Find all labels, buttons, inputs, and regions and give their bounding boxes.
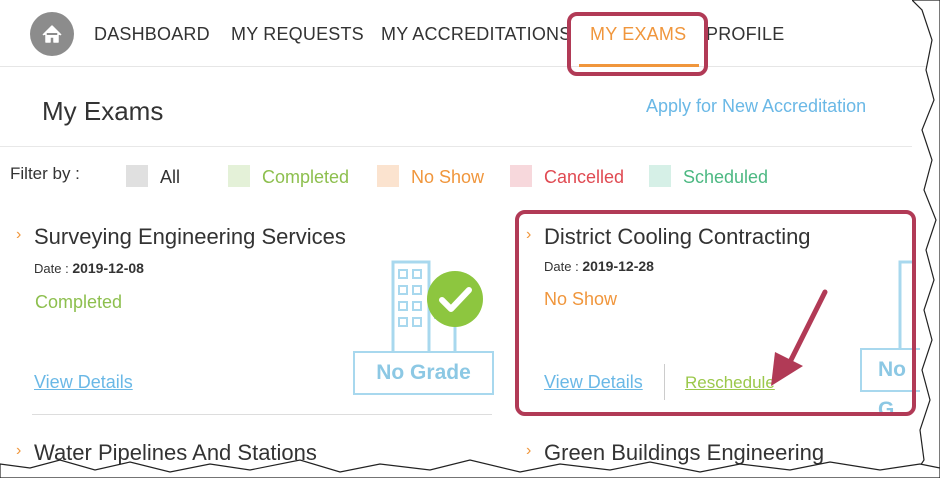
check-circle-icon xyxy=(427,271,483,327)
divider xyxy=(0,146,912,147)
home-icon xyxy=(42,25,62,43)
apply-accreditation-link[interactable]: Apply for New Accreditation xyxy=(646,96,866,117)
exam-card-title: Surveying Engineering Services xyxy=(34,224,346,249)
filter-cancelled[interactable]: Cancelled xyxy=(544,167,624,188)
date-value: 2019-12-08 xyxy=(72,260,144,276)
home-button[interactable] xyxy=(30,12,74,56)
torn-edge-right xyxy=(912,0,940,478)
filter-no-show-swatch[interactable] xyxy=(377,165,399,187)
view-details-link[interactable]: View Details xyxy=(34,372,133,393)
chevron-right-icon: › xyxy=(16,226,22,243)
no-grade-badge: No Grade xyxy=(353,351,494,395)
filter-label: Filter by : xyxy=(10,164,80,183)
nav-my-accreditations[interactable]: MY ACCREDITATIONS xyxy=(381,24,571,45)
arrow-annotation-icon xyxy=(771,289,828,386)
filter-cancelled-swatch[interactable] xyxy=(510,165,532,187)
filter-completed[interactable]: Completed xyxy=(262,167,349,188)
filter-all[interactable]: All xyxy=(160,167,180,188)
page-title: My Exams xyxy=(42,96,164,126)
nav-my-requests[interactable]: MY REQUESTS xyxy=(231,24,364,45)
highlight-card xyxy=(515,210,916,416)
filter-completed-swatch[interactable] xyxy=(228,165,250,187)
filter-scheduled[interactable]: Scheduled xyxy=(683,167,768,188)
filter-scheduled-swatch[interactable] xyxy=(649,165,671,187)
filter-all-swatch[interactable] xyxy=(126,165,148,187)
nav-dashboard[interactable]: DASHBOARD xyxy=(94,24,210,45)
card-divider xyxy=(32,414,492,415)
filter-no-show[interactable]: No Show xyxy=(411,167,484,188)
exam-date: Date : 2019-12-08 xyxy=(34,260,144,276)
nav-profile[interactable]: PROFILE xyxy=(706,24,784,45)
exam-status: Completed xyxy=(35,292,123,312)
highlight-my-exams xyxy=(567,12,708,76)
date-label: Date : xyxy=(34,261,69,276)
torn-edge-bottom xyxy=(0,459,940,478)
